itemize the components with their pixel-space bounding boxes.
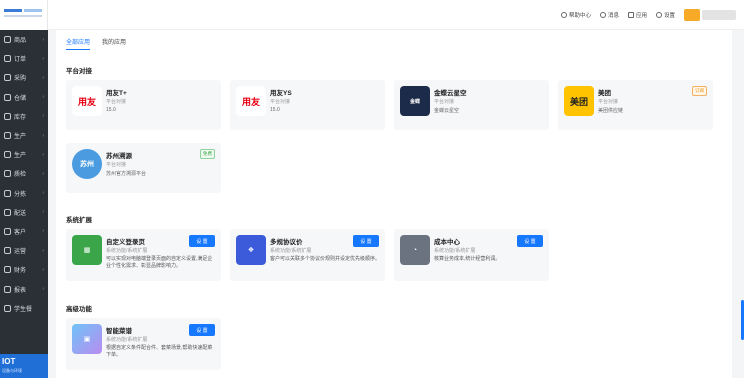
chevron-right-icon: › xyxy=(42,247,44,254)
help-icon xyxy=(560,12,567,18)
section-title-advanced: 高级功能 xyxy=(66,306,92,313)
sidebar-item-production[interactable]: 生产 › xyxy=(0,126,48,145)
iot-promo-banner[interactable]: IOT 设备与环境 xyxy=(0,354,48,378)
sidebar-item-orders[interactable]: 订单 › xyxy=(0,49,48,68)
app-card-meituan[interactable]: 美团 美团 平台对接 美团供应链 订阅 xyxy=(558,80,713,130)
check-icon xyxy=(4,170,11,178)
sidebar-item-warehouse[interactable]: 仓储 › xyxy=(0,88,48,107)
factory-icon xyxy=(4,132,11,140)
meal-icon xyxy=(4,304,11,312)
order-icon xyxy=(4,55,11,63)
free-badge: 免费 xyxy=(200,149,215,159)
app-card-multi-price[interactable]: ❖ 多规协议价 系统功能/系统扩展 客户可以关联多个协议价规则并设定优先级顺序。… xyxy=(230,229,385,281)
yongyou-logo: 用友 xyxy=(236,86,266,116)
help-center-link[interactable]: 帮助中心 xyxy=(560,11,591,19)
report-icon xyxy=(4,285,11,293)
cost-center-icon: ◔ xyxy=(400,235,430,265)
multi-price-icon: ❖ xyxy=(236,235,266,265)
app-logo[interactable] xyxy=(0,0,48,30)
sidebar-item-student-meals[interactable]: 学生餐 xyxy=(0,299,48,318)
sidebar-item-inventory[interactable]: 库存 › xyxy=(0,107,48,126)
factory-icon xyxy=(4,151,11,159)
sidebar-nav: 商品 › 订单 › 采购 › 仓储 › 库存 › 生产 › 生产 › 质检 › 分拣 › 配送 › … xyxy=(0,30,48,318)
truck-icon xyxy=(4,208,11,216)
sidebar-item-quality[interactable]: 质检 › xyxy=(0,164,48,183)
apps-icon xyxy=(627,12,634,18)
chevron-right-icon: › xyxy=(42,170,44,177)
login-page-icon: ▦ xyxy=(72,235,102,265)
sidebar-item-production-2[interactable]: 生产 › xyxy=(0,145,48,164)
app-card-yongyou-t[interactable]: 用友 用友T+ 平台对接 15.0 xyxy=(66,80,221,130)
cart-icon xyxy=(4,74,11,82)
app-tabs: 全部应用 我的应用 xyxy=(66,37,126,50)
settings-button[interactable]: 设 置 xyxy=(353,235,379,247)
app-card-kingdee[interactable]: 金蝶 金蝶云星空 平台对接 金蝶云星空 xyxy=(394,80,549,130)
sort-icon xyxy=(4,189,11,197)
sidebar-item-delivery[interactable]: 配送 › xyxy=(0,203,48,222)
app-card-suzhou[interactable]: 苏州 苏州溯源 平台对接 苏州官方溯源平台 免费 xyxy=(66,143,221,193)
top-bar: 帮助中心 消息 应用 设置 xyxy=(48,0,744,30)
chevron-right-icon: › xyxy=(42,55,44,62)
suzhou-trace-logo: 苏州 xyxy=(72,149,102,179)
app-card-yongyou-ys[interactable]: 用友 用友YS 平台对接 15.0 xyxy=(230,80,385,130)
subscription-badge: 订阅 xyxy=(692,86,707,96)
inventory-icon xyxy=(4,112,11,120)
chevron-right-icon: › xyxy=(42,266,44,273)
app-card-cost-center[interactable]: ◔ 成本中心 系统功能/系统扩展 核算业务成本,统计经营利润。 设 置 xyxy=(394,229,549,281)
chevron-right-icon: › xyxy=(42,209,44,216)
tab-my-apps[interactable]: 我的应用 xyxy=(102,37,126,50)
sidebar-item-reports[interactable]: 报表 › xyxy=(0,279,48,298)
user-menu[interactable] xyxy=(684,9,736,21)
warehouse-icon xyxy=(4,93,11,101)
chevron-right-icon: › xyxy=(42,151,44,158)
sidebar-item-operations[interactable]: 运营 › xyxy=(0,241,48,260)
sidebar-item-finance[interactable]: 财务 › xyxy=(0,260,48,279)
user-icon xyxy=(4,227,11,235)
main-content: 平台对接 系统扩展 高级功能 用友 用友T+ 平台对接 15.0 用友 用友YS… xyxy=(56,30,732,378)
settings-link[interactable]: 设置 xyxy=(655,11,675,19)
sidebar-item-purchase[interactable]: 采购 › xyxy=(0,68,48,87)
sidebar-item-goods[interactable]: 商品 › xyxy=(0,30,48,49)
chevron-right-icon: › xyxy=(42,228,44,235)
avatar xyxy=(684,9,700,21)
kingdee-logo: 金蝶 xyxy=(400,86,430,116)
settings-button[interactable]: 设 置 xyxy=(517,235,543,247)
chevron-right-icon: › xyxy=(42,36,44,43)
user-name-redacted xyxy=(702,10,736,20)
section-title-extensions: 系统扩展 xyxy=(66,217,92,224)
smart-menu-icon: ▣ xyxy=(72,324,102,354)
tab-all-apps[interactable]: 全部应用 xyxy=(66,37,91,50)
section-title-platform: 平台对接 xyxy=(66,68,92,75)
chevron-right-icon: › xyxy=(42,132,44,139)
messages-link[interactable]: 消息 xyxy=(599,11,619,19)
settings-button[interactable]: 设 置 xyxy=(189,235,215,247)
yongyou-logo: 用友 xyxy=(72,86,102,116)
chart-icon xyxy=(4,247,11,255)
sidebar: 商品 › 订单 › 采购 › 仓储 › 库存 › 生产 › 生产 › 质检 › 分拣 › 配送 › … xyxy=(0,0,48,378)
app-card-custom-login[interactable]: ▦ 自定义登录页 系统功能/系统扩展 可以实现对电脑端登录页面的自定义设置,满足… xyxy=(66,229,221,281)
meituan-logo: 美团 xyxy=(564,86,594,116)
apps-link[interactable]: 应用 xyxy=(627,11,647,19)
sidebar-item-customers[interactable]: 客户 › xyxy=(0,222,48,241)
box-icon xyxy=(4,36,11,44)
bell-icon xyxy=(599,12,606,18)
chevron-right-icon: › xyxy=(42,94,44,101)
chevron-right-icon: › xyxy=(42,74,44,81)
app-card-smart-menu[interactable]: ▣ 智能菜谱 系统功能/系统扩展 根据自定义条件配合件、套菜场景,帮助快速配菜下… xyxy=(66,318,221,370)
sidebar-item-sorting[interactable]: 分拣 › xyxy=(0,184,48,203)
settings-button[interactable]: 设 置 xyxy=(189,324,215,336)
chevron-right-icon: › xyxy=(42,286,44,293)
wallet-icon xyxy=(4,266,11,274)
chevron-right-icon: › xyxy=(42,190,44,197)
chevron-right-icon: › xyxy=(42,113,44,120)
gear-icon xyxy=(655,12,662,18)
